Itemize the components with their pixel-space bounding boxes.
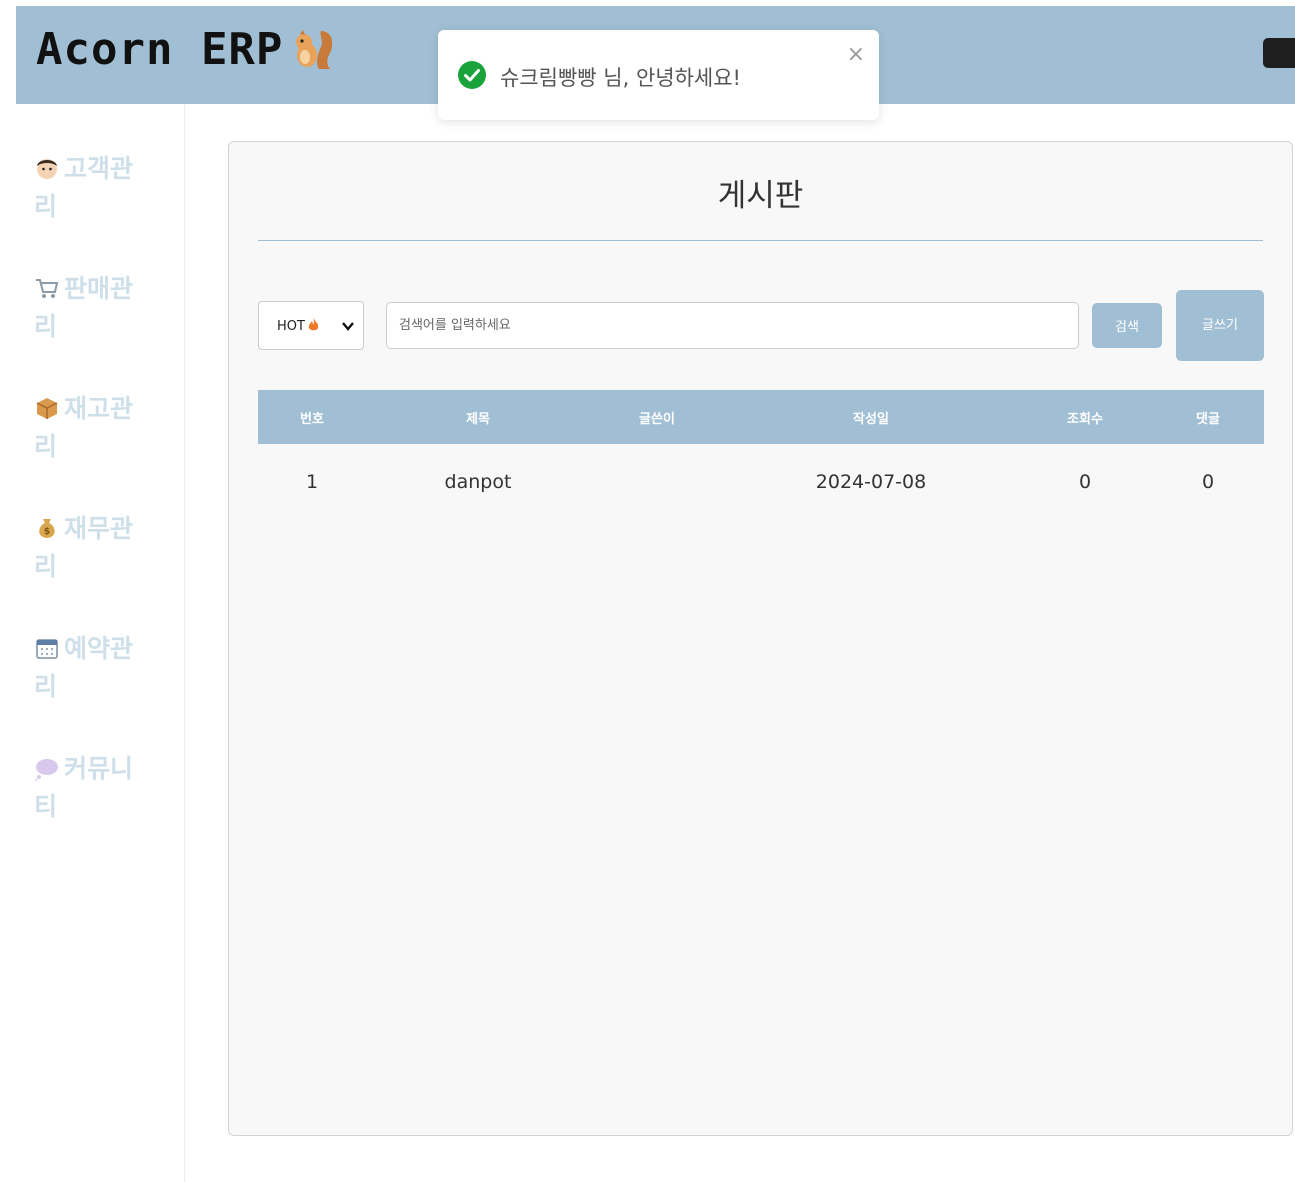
filter-select-value: HOT xyxy=(277,318,319,334)
sidebar-item-finance[interactable]: $ 재무관리 xyxy=(34,510,144,586)
chevron-down-icon xyxy=(342,322,354,331)
column-header-title[interactable]: 제목 xyxy=(366,390,590,444)
board-card: 게시판 HOT 검색 글쓰기 번호 제목 글쓴이 작성일 조회수 댓글 1 da… xyxy=(228,141,1293,1136)
cell-date: 2024-07-08 xyxy=(815,471,927,493)
success-check-icon xyxy=(458,61,486,89)
sidebar: 고객관리 판매관리 재고관리 $ 재무관리 예약관리 커뮤니티 xyxy=(16,104,185,1182)
board-table: 번호 제목 글쓴이 작성일 조회수 댓글 1 danpot 2024-07-08… xyxy=(258,390,1264,520)
sidebar-item-customer[interactable]: 고객관리 xyxy=(34,150,144,226)
sidebar-item-inventory[interactable]: 재고관리 xyxy=(34,390,144,466)
svg-text:$: $ xyxy=(44,527,50,537)
filter-selected-label: HOT xyxy=(277,319,305,334)
fire-icon xyxy=(308,318,319,331)
toast-message: 슈크림빵빵 님, 안녕하세요! xyxy=(500,66,741,90)
column-header-date[interactable]: 작성일 xyxy=(724,390,1018,444)
table-row[interactable]: 1 danpot 2024-07-08 0 0 xyxy=(258,444,1264,520)
package-box-icon xyxy=(36,398,58,419)
cell-author xyxy=(590,444,724,520)
sidebar-item-sales[interactable]: 판매관리 xyxy=(34,270,144,346)
cell-title[interactable]: danpot xyxy=(366,444,590,520)
calendar-icon xyxy=(36,639,58,659)
speech-bubble-icon xyxy=(35,759,58,781)
column-header-views[interactable]: 조회수 xyxy=(1018,390,1152,444)
close-icon[interactable]: × xyxy=(847,42,865,67)
search-input[interactable] xyxy=(386,302,1079,349)
write-post-button[interactable]: 글쓰기 xyxy=(1176,290,1264,361)
sidebar-item-community[interactable]: 커뮤니티 xyxy=(34,750,144,826)
filter-select[interactable]: HOT xyxy=(258,301,364,350)
customer-face-icon xyxy=(37,159,57,179)
column-header-author[interactable]: 글쓴이 xyxy=(590,390,724,444)
money-bag-icon: $ xyxy=(39,519,55,538)
title-divider xyxy=(258,240,1263,241)
user-menu-icon[interactable] xyxy=(1263,38,1295,68)
sidebar-item-reservation[interactable]: 예약관리 xyxy=(34,630,144,706)
welcome-toast: 슈크림빵빵 님, 안녕하세요! × xyxy=(438,30,879,120)
squirrel-icon xyxy=(296,29,333,69)
app-logo[interactable]: Acorn ERP xyxy=(36,24,337,75)
column-header-number[interactable]: 번호 xyxy=(258,390,366,444)
write-post-label: 글쓰기 xyxy=(1202,317,1238,333)
column-header-comments[interactable]: 댓글 xyxy=(1152,390,1264,444)
table-header-row: 번호 제목 글쓴이 작성일 조회수 댓글 xyxy=(258,390,1264,444)
logo-text: Acorn ERP xyxy=(36,24,284,75)
page-title: 게시판 xyxy=(717,178,804,214)
search-button[interactable]: 검색 xyxy=(1092,303,1162,348)
cell-number: 1 xyxy=(305,471,319,493)
cell-comments: 0 xyxy=(1201,471,1215,493)
cell-views: 0 xyxy=(1078,471,1092,493)
shopping-cart-icon xyxy=(36,279,59,298)
